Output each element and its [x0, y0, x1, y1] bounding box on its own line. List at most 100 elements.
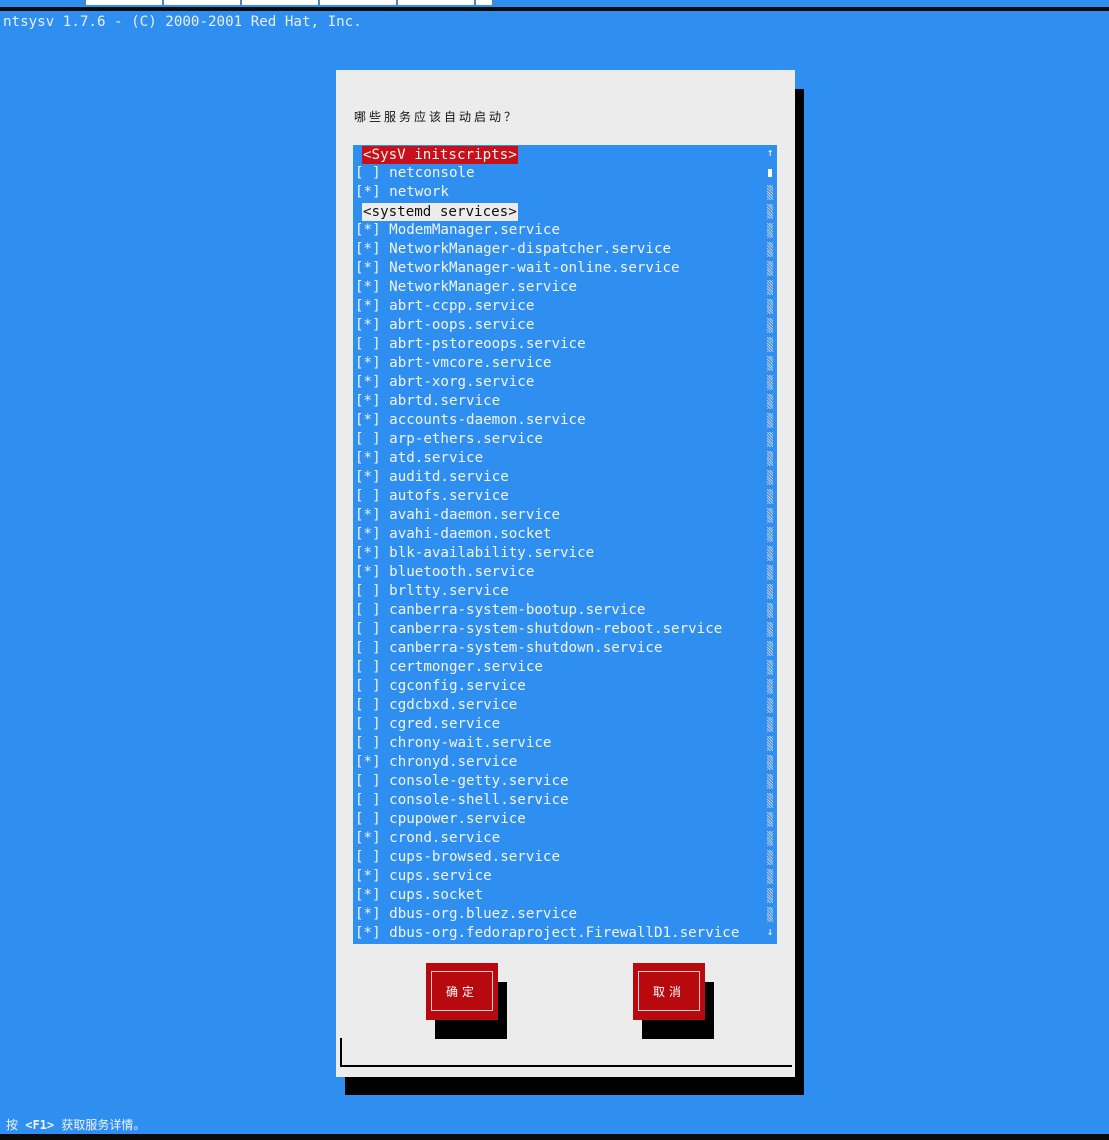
- service-item[interactable]: [*] cups.socket: [355, 886, 483, 905]
- service-item[interactable]: [ ] certmonger.service: [355, 658, 543, 677]
- service-checkbox[interactable]: [*]: [355, 241, 381, 257]
- service-checkbox[interactable]: [ ]: [355, 792, 381, 808]
- service-checkbox[interactable]: [ ]: [355, 640, 381, 656]
- service-item[interactable]: [ ] canberra-system-shutdown.service: [355, 639, 663, 658]
- service-checkbox[interactable]: [ ]: [355, 431, 381, 447]
- service-item[interactable]: [*] blk-availability.service: [355, 544, 594, 563]
- service-list[interactable]: ↑ ↓ <SysV initscripts>[ ] netconsole [*] n…: [353, 145, 777, 944]
- service-checkbox[interactable]: [*]: [355, 412, 381, 428]
- service-item[interactable]: [*] auditd.service: [355, 468, 509, 487]
- service-item[interactable]: [*] cups.service: [355, 867, 492, 886]
- service-item[interactable]: [*] abrt-vmcore.service: [355, 354, 551, 373]
- service-checkbox[interactable]: [*]: [355, 754, 381, 770]
- service-item[interactable]: [*] network: [355, 183, 449, 202]
- service-checkbox[interactable]: [*]: [355, 393, 381, 409]
- cancel-button-label: 取消: [638, 971, 700, 1011]
- service-checkbox[interactable]: [ ]: [355, 488, 381, 504]
- service-item[interactable]: [ ] console-shell.service: [355, 791, 569, 810]
- ok-button[interactable]: 确定: [426, 963, 498, 1020]
- service-checkbox[interactable]: [*]: [355, 298, 381, 314]
- service-item[interactable]: [ ] cpupower.service: [355, 810, 526, 829]
- terminal-tab[interactable]: [86, 0, 163, 5]
- service-item[interactable]: [*] NetworkManager-dispatcher.service: [355, 240, 671, 259]
- service-checkbox[interactable]: [*]: [355, 260, 381, 276]
- service-item[interactable]: [ ] cgred.service: [355, 715, 500, 734]
- service-checkbox[interactable]: [*]: [355, 507, 381, 523]
- service-item[interactable]: [ ] netconsole: [355, 164, 475, 183]
- service-item[interactable]: [ ] canberra-system-shutdown-reboot.serv…: [355, 620, 722, 639]
- service-item[interactable]: [*] bluetooth.service: [355, 563, 534, 582]
- service-checkbox[interactable]: [ ]: [355, 849, 381, 865]
- service-item[interactable]: [*] NetworkManager.service: [355, 278, 577, 297]
- service-item[interactable]: [*] ModemManager.service: [355, 221, 560, 240]
- service-item[interactable]: [*] avahi-daemon.socket: [355, 525, 551, 544]
- service-item[interactable]: [ ] cgconfig.service: [355, 677, 526, 696]
- service-checkbox[interactable]: [ ]: [355, 336, 381, 352]
- scrollbar-thumb[interactable]: [768, 169, 772, 177]
- service-checkbox[interactable]: [*]: [355, 526, 381, 542]
- service-checkbox[interactable]: [*]: [355, 564, 381, 580]
- service-checkbox[interactable]: [*]: [355, 830, 381, 846]
- service-item[interactable]: [*] NetworkManager-wait-online.service: [355, 259, 680, 278]
- service-name: blk-availability.service: [389, 545, 595, 561]
- service-item[interactable]: [ ] chrony-wait.service: [355, 734, 551, 753]
- service-checkbox[interactable]: [*]: [355, 222, 381, 238]
- service-checkbox[interactable]: [ ]: [355, 735, 381, 751]
- service-checkbox[interactable]: [ ]: [355, 621, 381, 637]
- service-checkbox[interactable]: [ ]: [355, 583, 381, 599]
- scroll-up-arrow-icon[interactable]: ↑: [766, 146, 774, 159]
- service-checkbox[interactable]: [ ]: [355, 602, 381, 618]
- service-checkbox[interactable]: [ ]: [355, 811, 381, 827]
- service-item[interactable]: [ ] canberra-system-bootup.service: [355, 601, 645, 620]
- service-checkbox[interactable]: [*]: [355, 450, 381, 466]
- terminal-tab[interactable]: [476, 0, 493, 5]
- service-item[interactable]: [ ] abrt-pstoreoops.service: [355, 335, 586, 354]
- service-checkbox[interactable]: [*]: [355, 469, 381, 485]
- service-checkbox[interactable]: [ ]: [355, 659, 381, 675]
- scroll-down-arrow-icon[interactable]: ↓: [766, 925, 774, 938]
- scrollbar-track-cell: [767, 489, 773, 504]
- service-item[interactable]: [ ] arp-ethers.service: [355, 430, 543, 449]
- service-item[interactable]: [*] dbus-org.fedoraproject.FirewallD1.se…: [355, 924, 739, 943]
- scrollbar[interactable]: ↑ ↓: [766, 145, 774, 944]
- service-checkbox[interactable]: [*]: [355, 545, 381, 561]
- service-checkbox[interactable]: [*]: [355, 317, 381, 333]
- service-checkbox[interactable]: [*]: [355, 868, 381, 884]
- scrollbar-track-cell: [767, 223, 773, 238]
- service-checkbox[interactable]: [*]: [355, 887, 381, 903]
- service-checkbox[interactable]: [ ]: [355, 165, 381, 181]
- service-item[interactable]: [*] crond.service: [355, 829, 500, 848]
- service-item[interactable]: [ ] autofs.service: [355, 487, 509, 506]
- terminal-tab[interactable]: [164, 0, 241, 5]
- service-item[interactable]: [ ] console-getty.service: [355, 772, 569, 791]
- service-checkbox[interactable]: [*]: [355, 925, 381, 941]
- service-checkbox[interactable]: [*]: [355, 279, 381, 295]
- service-item[interactable]: [*] abrt-oops.service: [355, 316, 534, 335]
- service-item[interactable]: [ ] cups-browsed.service: [355, 848, 560, 867]
- service-item[interactable]: [*] accounts-daemon.service: [355, 411, 586, 430]
- service-checkbox[interactable]: [*]: [355, 355, 381, 371]
- service-item[interactable]: [*] abrtd.service: [355, 392, 500, 411]
- service-item[interactable]: [*] avahi-daemon.service: [355, 506, 560, 525]
- service-item[interactable]: [*] dbus-org.bluez.service: [355, 905, 577, 924]
- service-checkbox[interactable]: [ ]: [355, 697, 381, 713]
- service-item[interactable]: [ ] cgdcbxd.service: [355, 696, 517, 715]
- terminal-tab[interactable]: [398, 0, 475, 5]
- terminal-tab[interactable]: [242, 0, 319, 5]
- service-checkbox[interactable]: [*]: [355, 374, 381, 390]
- service-item[interactable]: [*] abrt-xorg.service: [355, 373, 534, 392]
- service-item[interactable]: [*] abrt-ccpp.service: [355, 297, 534, 316]
- service-name: bluetooth.service: [389, 564, 535, 580]
- service-checkbox[interactable]: [*]: [355, 184, 381, 200]
- service-checkbox[interactable]: [*]: [355, 906, 381, 922]
- terminal-tab-active[interactable]: [0, 0, 85, 5]
- service-item[interactable]: [*] chronyd.service: [355, 753, 517, 772]
- service-checkbox[interactable]: [ ]: [355, 773, 381, 789]
- service-checkbox[interactable]: [ ]: [355, 678, 381, 694]
- service-item[interactable]: [ ] brltty.service: [355, 582, 509, 601]
- terminal-tab[interactable]: [320, 0, 397, 5]
- service-item[interactable]: [*] atd.service: [355, 449, 483, 468]
- service-checkbox[interactable]: [ ]: [355, 716, 381, 732]
- scrollbar-track-cell: [767, 698, 773, 713]
- cancel-button[interactable]: 取消: [633, 963, 705, 1020]
